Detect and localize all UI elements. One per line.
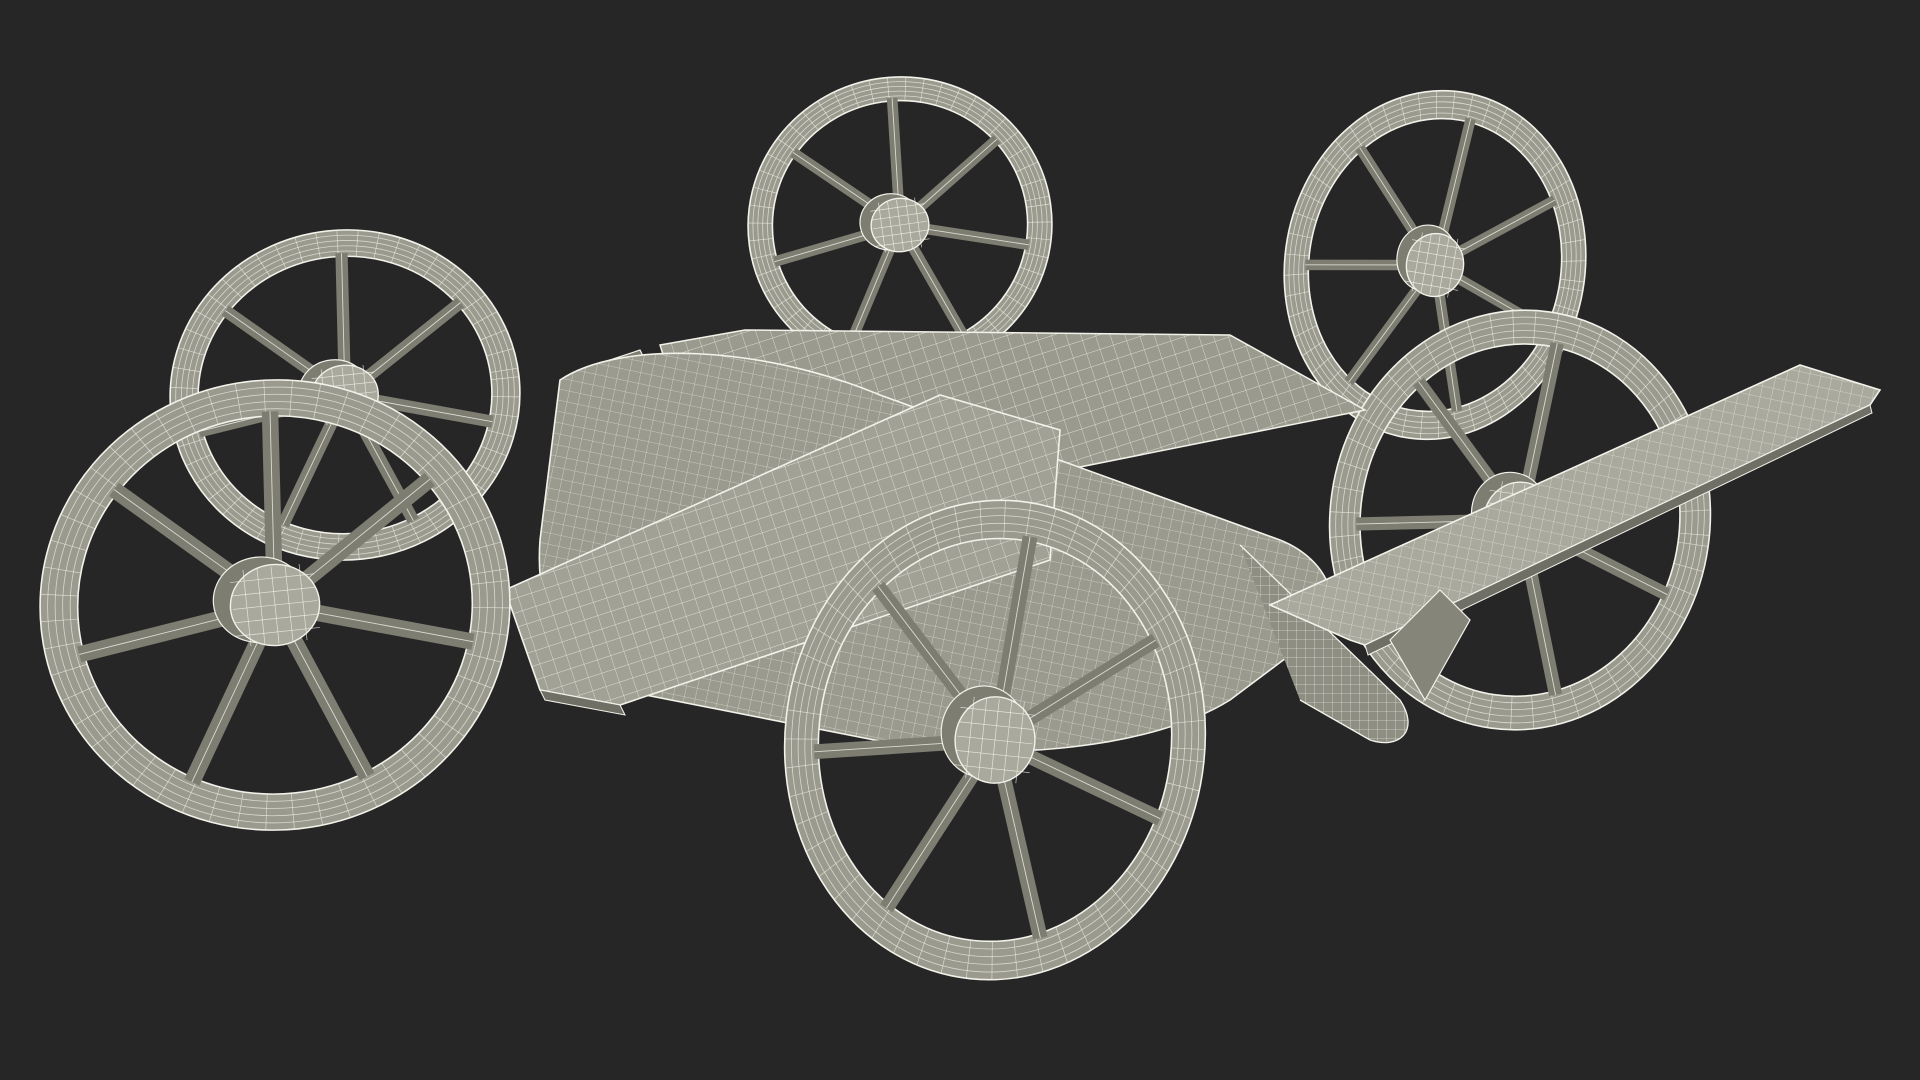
rotor-spoke-edge <box>1305 264 1408 266</box>
rotor-spoke-edge <box>1442 118 1472 235</box>
rotor-front-left-assembly <box>39 379 511 831</box>
aircraft-wireframe-render <box>39 76 1882 981</box>
rotor-spoke-edge <box>1004 781 1041 939</box>
rotor-spoke-edge <box>1459 199 1555 252</box>
rotor-spoke-edge <box>282 422 333 526</box>
render-viewport <box>0 0 1920 1080</box>
rotor-front-left <box>39 379 511 831</box>
rotor-spoke-edge <box>79 614 235 655</box>
rotor-spoke-edge <box>850 249 891 344</box>
rotor-spoke-edge <box>774 232 874 263</box>
rotor-spoke-edge <box>316 612 474 643</box>
rotor-spoke-edge <box>191 641 259 783</box>
rotor-spoke-edge <box>926 228 1029 246</box>
